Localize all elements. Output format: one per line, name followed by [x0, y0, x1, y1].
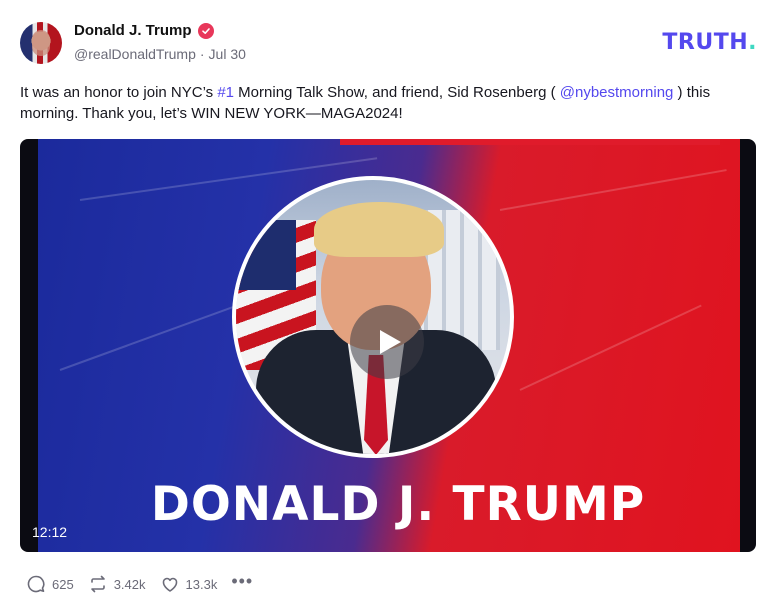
play-button[interactable]: [350, 305, 424, 379]
video-player[interactable]: DONALD J. TRUMP 12:12: [20, 139, 756, 552]
logo-text: TRUTH: [662, 30, 749, 55]
like-button[interactable]: 13.3k: [160, 574, 218, 594]
flag-canton: [236, 220, 296, 290]
author-name[interactable]: Donald J. Trump: [74, 22, 192, 39]
avatar[interactable]: [20, 22, 62, 64]
post-text-part: It was an honor to join NYC’s: [20, 84, 218, 101]
post-text-part: Morning Talk Show, and friend, Sid Rosen…: [234, 84, 560, 101]
action-bar: 625 3.42k 13.3k •••: [26, 572, 267, 594]
author-row: Donald J. Trump: [74, 22, 214, 39]
verified-badge-icon: [197, 22, 214, 39]
reply-button[interactable]: 625: [26, 574, 74, 594]
post-text: It was an honor to join NYC’s #1 Morning…: [20, 82, 757, 124]
author-handle[interactable]: @realDonaldTrump: [74, 46, 196, 62]
repost-button[interactable]: 3.42k: [88, 574, 146, 594]
author-meta: @realDonaldTrump · Jul 30: [74, 46, 246, 62]
truth-logo[interactable]: TRUTH.: [662, 30, 757, 55]
hair-graphic: [314, 202, 444, 257]
post-date[interactable]: Jul 30: [209, 46, 246, 62]
logo-dot: .: [748, 30, 757, 55]
reply-count: 625: [52, 576, 74, 592]
post-header: Donald J. Trump @realDonaldTrump · Jul 3…: [20, 20, 757, 66]
video-duration: 12:12: [32, 524, 68, 540]
more-button[interactable]: •••: [231, 572, 253, 590]
meta-separator: ·: [199, 46, 205, 62]
more-icon: •••: [231, 571, 254, 591]
thumbnail-stripe: [340, 139, 720, 145]
like-count: 13.3k: [185, 576, 218, 592]
video-caption: DONALD J. TRUMP: [150, 477, 646, 532]
hashtag-link[interactable]: #1: [217, 84, 234, 101]
repost-count: 3.42k: [113, 576, 146, 592]
reply-icon: [27, 575, 45, 593]
repost-icon: [90, 575, 105, 593]
play-icon: [380, 330, 401, 354]
mention-link[interactable]: @nybestmorning: [560, 84, 674, 101]
heart-icon: [162, 577, 177, 592]
